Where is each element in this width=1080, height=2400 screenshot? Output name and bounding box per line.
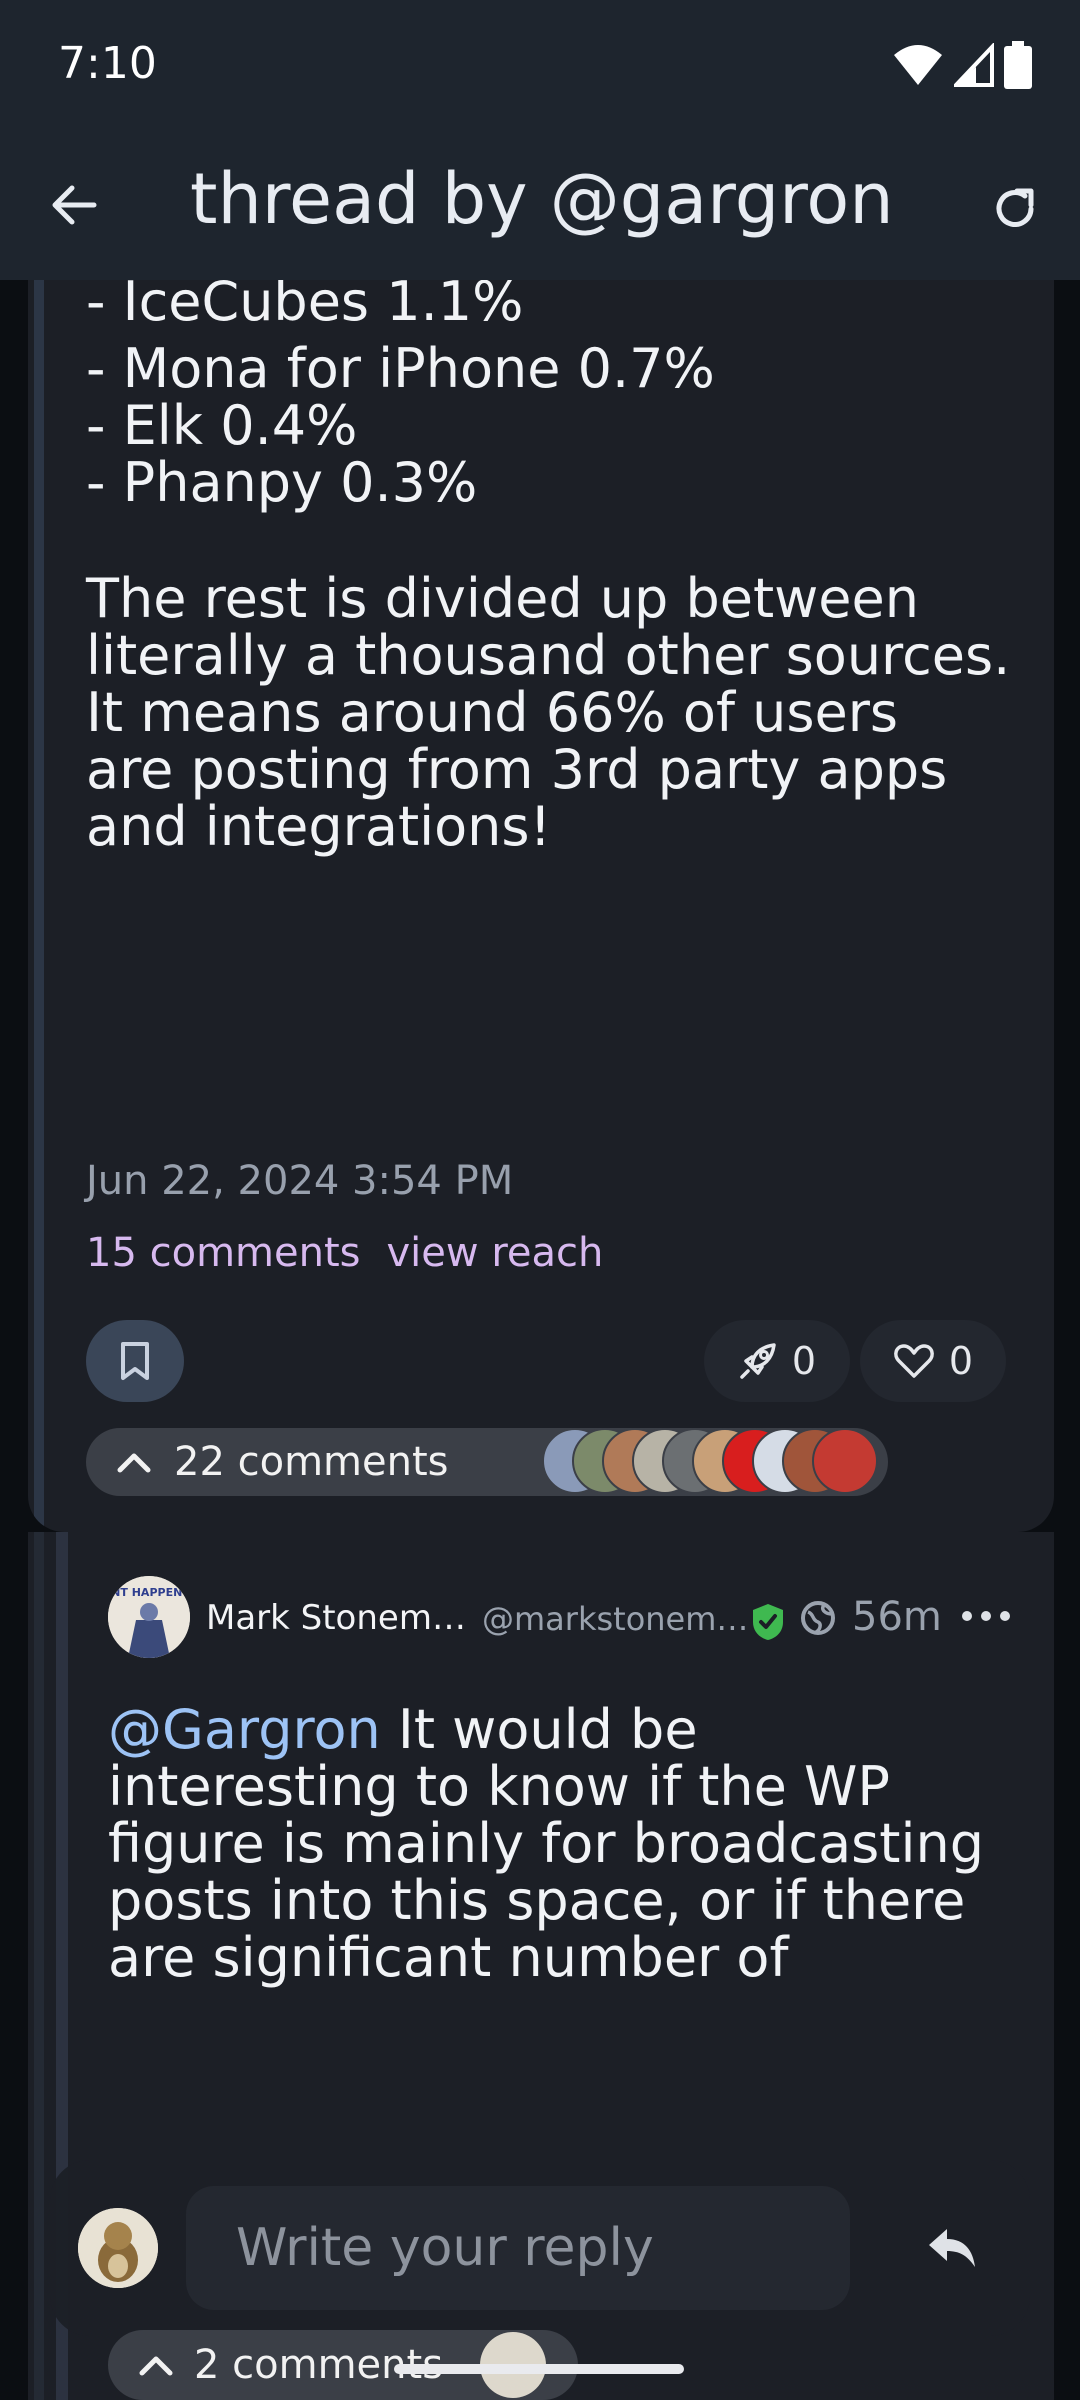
bookmark-button[interactable] [86,1320,184,1402]
status-bar: 7:10 [0,0,1080,130]
avatar [78,2208,158,2288]
wifi-icon [894,45,942,85]
chevron-up-icon [112,1440,156,1484]
chevron-up-icon [134,2343,178,2387]
comments-link[interactable]: 15 comments [86,1230,361,1276]
refresh-icon [996,188,1034,227]
post-text-line: and integrations! [86,795,552,858]
battery-icon [1004,41,1032,89]
post-card: - IceCubes 1.1% - Mona for iPhone 0.7% -… [28,280,1054,1532]
post-text-line: - Mona for iPhone 0.7% [86,337,715,400]
reply-text-line: are significant number of [108,1926,789,1989]
post-meta-links: 15 comments view reach [86,1230,603,1276]
mention-link[interactable]: @Gargron [108,1698,381,1761]
rocket-icon [740,1343,776,1379]
reply-text-line: figure is mainly for broadcasting [108,1812,984,1875]
globe-icon [801,1601,835,1635]
refresh-button[interactable] [980,174,1050,244]
post-text-line: - Phanpy 0.3% [86,451,478,514]
post-text-line: literally a thousand other sources. [86,624,1011,687]
avatar[interactable]: IT CANT HAPPEN HERE [108,1576,190,1658]
avatar-image: IT CANT HAPPEN HERE [108,1576,190,1658]
post-text-line: It means around 66% of users [86,681,899,744]
bookmark-icon [121,1342,149,1380]
reply-icon [929,2229,975,2267]
author-name[interactable]: Mark Stonem… [206,1598,466,1638]
avatar-image [78,2208,158,2288]
send-reply-button[interactable] [912,2208,992,2288]
author-handle[interactable]: @markstonem… [482,1600,748,1638]
post-text-line: - Elk 0.4% [86,394,358,457]
status-icons [892,40,1032,90]
reply-text-line: posts into this space, or if there [108,1869,966,1932]
post-text-line: The rest is divided up between [86,567,919,630]
more-horizontal-icon [962,1611,1010,1621]
like-button[interactable]: 0 [860,1320,1006,1402]
boost-button[interactable]: 0 [704,1320,850,1402]
status-time: 7:10 [58,38,157,89]
view-reach-link[interactable]: view reach [387,1230,604,1276]
post-text-line: - IceCubes 1.1% [86,280,524,333]
reply-composer [50,2160,1030,2336]
reply-text-line: @Gargron It would be [108,1698,698,1761]
avatar-text: IT CANT HAPPEN HERE [108,1586,190,1599]
cellular-signal-icon [954,43,994,87]
more-options-button[interactable] [956,1596,1016,1636]
like-count: 0 [948,1339,974,1383]
post-timestamp: Jun 22, 2024 3:54 PM [86,1158,514,1204]
avatar [812,1428,878,1494]
page-title: thread by @gargron [190,158,894,240]
reply-text-line: interesting to know if the WP [108,1755,890,1818]
heart-icon [894,1344,934,1378]
arrow-left-icon [52,185,97,225]
comments-count-label: 22 comments [174,1439,449,1485]
boost-count: 0 [791,1339,817,1383]
back-button[interactable] [40,172,106,238]
comments-expander[interactable]: 22 comments [86,1428,888,1496]
post-text-line: are posting from 3rd party apps [86,738,948,801]
app-header: thread by @gargron [0,130,1080,280]
verified-icon [753,1604,783,1640]
reply-input[interactable] [186,2186,850,2310]
home-indicator[interactable] [394,2364,684,2374]
reply-timestamp: 56m [852,1594,942,1640]
reply-text: It would be [380,1698,698,1761]
